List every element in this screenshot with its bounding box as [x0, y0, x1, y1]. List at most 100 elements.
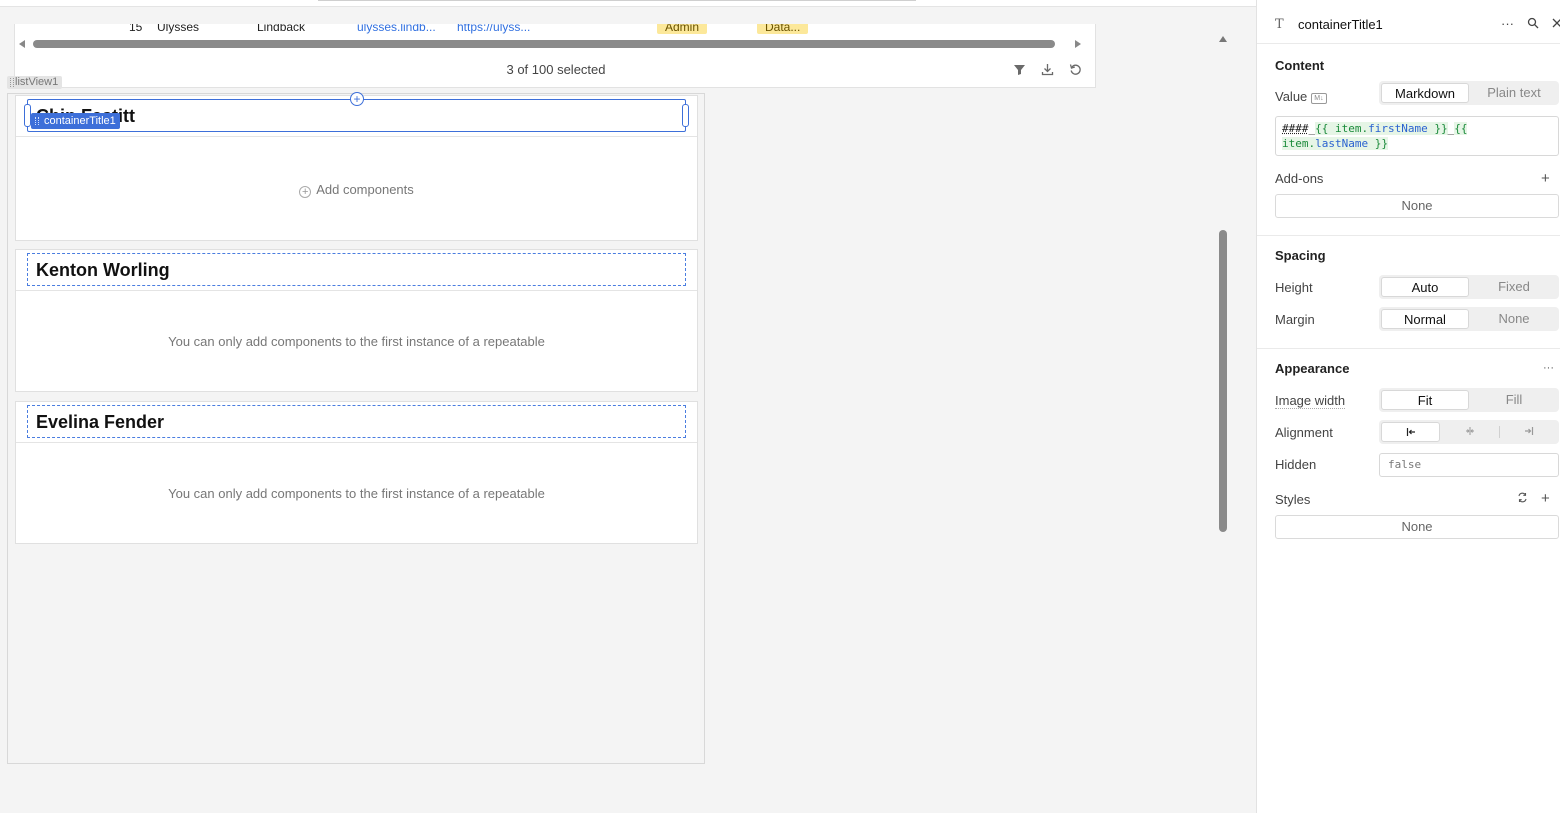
component-name[interactable]: containerTitle1 [1298, 17, 1383, 32]
add-addon-plus-icon[interactable]: + [1541, 171, 1550, 186]
resize-handle-right[interactable] [682, 104, 689, 127]
addons-label: Add-ons [1275, 171, 1324, 186]
section-divider [1257, 235, 1560, 236]
align-center-icon[interactable] [1440, 422, 1499, 442]
value-mode-toggle[interactable]: Markdown Plain text [1379, 81, 1559, 105]
alignment-toggle[interactable] [1379, 420, 1559, 444]
margin-toggle[interactable]: Normal None [1379, 307, 1559, 331]
image-width-label: Image width [1275, 393, 1346, 409]
listview-label[interactable]: listView1 [7, 76, 63, 89]
height-toggle[interactable]: Auto Fixed [1379, 275, 1559, 299]
code-item-2: item. [1282, 137, 1316, 150]
resize-handle-left[interactable] [24, 104, 31, 127]
image-width-toggle[interactable]: Fit Fill [1379, 388, 1559, 412]
add-circle-icon: + [299, 186, 312, 198]
add-components-button[interactable]: + Add components [16, 182, 697, 198]
table-cell-team-tag: Data... [757, 24, 809, 34]
table-cell-email[interactable]: ulysses.lindb... [357, 24, 436, 34]
align-left-icon[interactable] [1381, 422, 1440, 442]
value-label-text: Value [1275, 89, 1308, 104]
table-cell-role-tag: Admin [657, 24, 708, 34]
repeatable-message: You can only add components to the first… [168, 486, 545, 501]
code-close-2: }} [1368, 137, 1388, 150]
code-close-1: }} [1427, 122, 1448, 135]
height-fixed-option[interactable]: Fixed [1470, 277, 1558, 297]
alignment-label: Alignment [1275, 425, 1333, 440]
image-width-fit-option[interactable]: Fit [1381, 390, 1469, 410]
align-right-icon[interactable] [1499, 422, 1558, 442]
table-component[interactable]: 15 Ulysses Lindback ulysses.lindb... htt… [14, 24, 1096, 88]
appearance-more-icon[interactable]: ··· [1543, 362, 1554, 374]
scroll-left-arrow-icon[interactable] [19, 40, 25, 48]
markdown-option[interactable]: Markdown [1381, 83, 1469, 103]
table-cell-last-name: Lindback [257, 24, 306, 34]
list-item[interactable]: Evelina Fender You can only add componen… [15, 401, 698, 544]
container-title[interactable]: Evelina Fender [27, 405, 686, 438]
code-item-1: item. [1335, 122, 1369, 135]
insert-plus-icon[interactable]: + [350, 92, 364, 106]
listview[interactable]: Chip Fastitt + containerTitle1 + Add comp… [7, 92, 705, 764]
container-title[interactable]: Kenton Worling [27, 253, 686, 286]
selected-component-tag[interactable]: containerTitle1 [31, 113, 120, 129]
refresh-icon[interactable] [1068, 63, 1082, 77]
table-cell-id: 15 [129, 24, 143, 34]
list-item[interactable]: Kenton Worling You can only add componen… [15, 249, 698, 392]
container-title-selected[interactable]: Chip Fastitt + containerTitle1 [24, 92, 689, 132]
scroll-right-arrow-icon[interactable] [1075, 40, 1081, 48]
height-label: Height [1275, 280, 1313, 295]
inspector-panel: T containerTitle1 ··· Content Value M↓ Ma… [1256, 0, 1560, 813]
download-icon[interactable] [1040, 63, 1054, 77]
styles-sync-icon[interactable] [1517, 492, 1528, 506]
item-divider [16, 290, 697, 291]
margin-normal-option[interactable]: Normal [1381, 309, 1469, 329]
item-divider [16, 442, 697, 443]
code-heading-prefix: #### [1282, 122, 1309, 135]
code-prop-2: lastName [1315, 137, 1369, 150]
top-toolbar [0, 0, 1256, 7]
section-divider [1257, 348, 1560, 349]
appearance-section-title[interactable]: Appearance [1275, 361, 1349, 376]
value-label: Value M↓ [1275, 89, 1327, 104]
toolbar-divider [318, 0, 916, 1]
item-title: Kenton Worling [36, 260, 170, 280]
more-options-icon[interactable]: ··· [1501, 17, 1514, 31]
table-cell-url[interactable]: https://ulyss... [457, 24, 530, 34]
code-template-1: {{ item.firstName }} [1315, 122, 1448, 135]
scroll-up-arrow-icon[interactable] [1219, 36, 1227, 42]
add-style-plus-icon[interactable]: + [1541, 491, 1550, 506]
table-row[interactable]: 15 Ulysses Lindback ulysses.lindb... htt… [15, 24, 1095, 36]
markdown-badge-icon: M↓ [1311, 93, 1327, 104]
margin-label: Margin [1275, 312, 1315, 327]
image-width-fill-option[interactable]: Fill [1470, 390, 1558, 410]
addons-empty-box[interactable]: None [1275, 194, 1559, 218]
add-components-label: Add components [316, 182, 414, 197]
plain-text-option[interactable]: Plain text [1470, 83, 1558, 103]
height-auto-option[interactable]: Auto [1381, 277, 1469, 297]
table-cell-first-name: Ulysses [157, 24, 200, 34]
code-open-1: {{ [1315, 122, 1335, 135]
code-open-2: {{ [1454, 122, 1468, 135]
code-prop-1: firstName [1368, 122, 1428, 135]
styles-label: Styles [1275, 492, 1311, 507]
table-footer: 3 of 100 selected [15, 54, 1095, 86]
list-item[interactable]: Chip Fastitt + containerTitle1 + Add comp… [15, 92, 698, 241]
content-section-title[interactable]: Content [1275, 58, 1324, 73]
selection-status: 3 of 100 selected [506, 62, 606, 77]
margin-none-option[interactable]: None [1470, 309, 1558, 329]
close-icon[interactable] [1551, 17, 1560, 32]
hidden-input[interactable]: false [1379, 453, 1559, 477]
text-type-icon: T [1275, 17, 1284, 32]
horizontal-scrollbar[interactable] [19, 38, 1081, 50]
hidden-label: Hidden [1275, 457, 1317, 472]
styles-empty-box[interactable]: None [1275, 515, 1559, 539]
repeatable-message: You can only add components to the first… [168, 334, 545, 349]
value-code-editor[interactable]: ####_{{ item.firstName }}_{{ item.lastNa… [1275, 116, 1559, 156]
item-title: Evelina Fender [36, 412, 165, 432]
scrollbar-thumb[interactable] [33, 40, 1055, 48]
filter-icon[interactable] [1012, 63, 1026, 77]
item-divider [16, 136, 697, 137]
spacing-section-title[interactable]: Spacing [1275, 248, 1326, 263]
search-icon[interactable] [1527, 17, 1539, 32]
inspector-header: T containerTitle1 ··· [1257, 0, 1560, 44]
canvas-vertical-scrollbar[interactable] [1219, 230, 1227, 532]
